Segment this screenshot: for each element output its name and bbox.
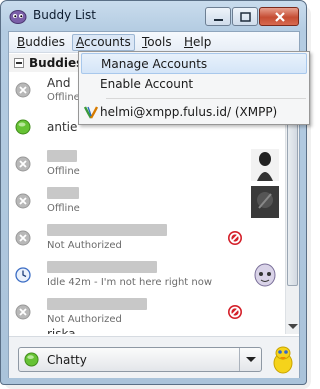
redacted-name [47,150,77,162]
buddy-name: And [47,76,71,90]
minimize-button[interactable] [205,7,231,26]
chevron-down-icon[interactable] [239,348,261,371]
blocked-icon [228,231,242,245]
close-button[interactable] [259,7,299,26]
offline-status-icon [15,304,31,320]
group-label: Buddies [29,56,84,70]
menu-tools[interactable]: Tools [139,35,175,52]
collapse-icon[interactable] [14,58,24,68]
menu-buddies[interactable]: Buddies [14,35,68,52]
buddy-row[interactable]: Idle 42m - I'm not here right now [9,257,285,294]
buddy-avatar [251,149,279,181]
window-title: Buddy List [33,8,96,22]
buddy-row[interactable]: Not Authorized [9,220,285,257]
menu-accounts[interactable]: Accounts [72,34,135,51]
buddy-row[interactable]: Offline [9,183,285,220]
minimize-icon [214,19,223,21]
status-value: Chatty [47,353,87,367]
blocked-icon [228,305,242,319]
maximize-button[interactable] [232,7,258,26]
buddy-status: Offline [47,203,80,214]
buddy-row[interactable]: riska [9,327,285,334]
buddy-status: Not Authorized [47,240,122,251]
scroll-down-arrow-icon[interactable] [288,324,298,329]
offline-status-icon [15,193,31,209]
buddy-row[interactable]: Offline [9,146,285,183]
buddy-row[interactable]: Not Authorized [9,294,285,331]
menu-item-enable-account[interactable]: Enable Account [81,74,307,95]
offline-status-icon [15,156,31,172]
redacted-name [47,261,157,273]
accounts-dropdown-menu: Manage Accounts Enable Account helmi@xmp… [78,51,310,125]
maximize-icon [240,12,251,22]
my-avatar[interactable] [271,343,295,375]
offline-status-icon [15,230,31,246]
status-bar: Chatty [9,336,299,378]
available-status-icon [24,352,39,367]
buddy-status: Offline [47,166,80,177]
menu-item-account-xmpp[interactable]: helmi@xmpp.fulus.id/ (XMPP) [81,102,307,123]
redacted-name [47,224,167,236]
buddy-name: antie [47,120,78,134]
xmpp-protocol-icon [83,106,99,119]
close-icon [275,12,285,22]
title-bar[interactable]: Buddy List [1,1,306,31]
menu-bar: Buddies Accounts Tools Help [9,32,299,53]
available-status-icon [15,119,31,135]
pidgin-app-icon [9,10,27,24]
redacted-name [47,187,79,199]
redacted-name [47,298,147,310]
idle-clock-icon [15,267,31,283]
buddy-status: Idle 42m - I'm not here right now [47,277,213,288]
buddy-status: Not Authorized [47,314,122,325]
menu-separator [106,98,306,99]
buddy-name: riska [47,327,76,334]
menu-item-manage-accounts[interactable]: Manage Accounts [81,53,307,74]
menu-help[interactable]: Help [181,35,214,52]
offline-status-icon [15,82,31,98]
buddy-avatar [251,260,279,292]
status-selector[interactable]: Chatty [18,347,262,372]
buddy-avatar [251,186,279,218]
buddy-status: Offline [47,92,80,103]
